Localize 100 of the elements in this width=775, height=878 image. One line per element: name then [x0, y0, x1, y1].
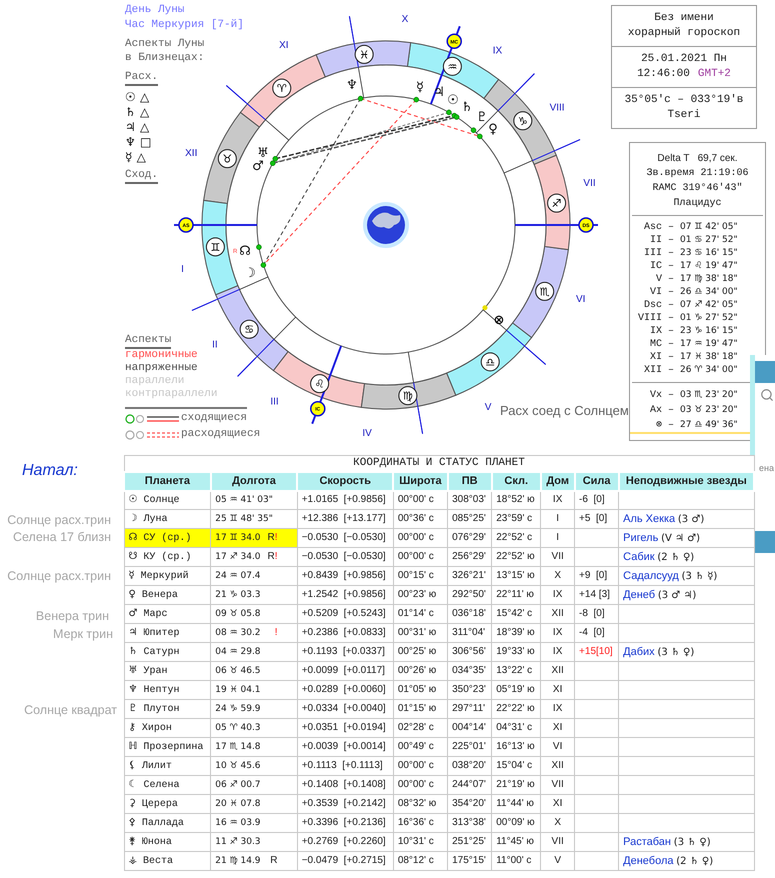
moon-aspects-title: Аспекты Луны — [125, 37, 204, 51]
table-cell: ♆ Нептун — [124, 680, 211, 700]
table-cell: 11°00' с — [492, 852, 541, 870]
planet-dot — [256, 244, 262, 250]
table-cell: IX — [540, 642, 575, 662]
note-text: Солнце квадрат — [24, 702, 117, 719]
globe-icon — [363, 202, 409, 248]
house-number: XII — [185, 148, 198, 159]
table-cell: +0.3539 [+0.2142] — [297, 794, 394, 814]
zodiac-sign-icon: ♈ — [272, 78, 292, 98]
table-cell: ℍ Прозерпина — [124, 738, 211, 756]
table-cell: XI — [540, 718, 575, 738]
table-cell: 00°00' с — [393, 756, 448, 776]
applying-heading: Сход. — [125, 169, 158, 184]
point-dash: – — [668, 389, 674, 402]
table-cell: −0.0530 [−0.0530] — [297, 528, 394, 548]
point-label: ⊗ — [654, 419, 662, 432]
planet-glyph: ♅ — [257, 146, 269, 161]
star-note: (3 ♄ ♀) — [657, 646, 694, 658]
cusp-dash: – — [668, 364, 674, 377]
table-cell: +0.0351 [+0.0194] — [297, 718, 394, 738]
table-cell: 22°52' с — [492, 528, 541, 548]
star-link[interactable]: Садалсууд — [623, 570, 679, 582]
house-number: X — [402, 14, 408, 25]
table-cell: 23°59' с — [492, 510, 541, 528]
search-icon[interactable] — [760, 388, 774, 402]
table-cell: ⚸ Лилит — [124, 756, 211, 776]
table-cell: +1.0165 [+0.9856] — [297, 490, 394, 510]
table-cell: 244°07' — [448, 776, 492, 794]
handwritten-heading: Натал: — [22, 461, 78, 481]
panel-header-bar — [755, 531, 775, 553]
cusp-dash: – — [668, 351, 674, 364]
planet-dot — [260, 262, 266, 268]
house-number: V — [484, 402, 492, 414]
table-cell: ⚳ Церера — [124, 794, 211, 814]
table-cell — [574, 680, 619, 700]
table-cell: XII — [540, 604, 575, 624]
table-cell: ⚴ Паллада — [124, 814, 211, 832]
column-header: Долгота — [210, 472, 298, 490]
table-cell: 10 ♉ 45.6 — [210, 756, 298, 776]
day-info-text: День Луны — [125, 3, 186, 18]
star-link[interactable]: Денеб — [623, 588, 656, 600]
table-cell: 11 ♐ 30.3 — [210, 832, 298, 852]
table-cell: XI — [540, 794, 575, 814]
table-cell: 297°11' — [448, 700, 492, 718]
table-cell: XII — [540, 756, 575, 776]
aspect-type-label: напряженные — [125, 362, 198, 375]
separating-heading: Расх. — [125, 71, 158, 86]
table-cell: X — [540, 566, 575, 586]
column-header: Широта — [393, 472, 448, 490]
table-cell: +0.2769 [+0.2260] — [297, 832, 394, 852]
star-link[interactable]: Дабих — [623, 646, 655, 658]
table-cell: +0.3396 [+0.2136] — [297, 814, 394, 832]
cusp-value: 01 ♋ 27' 52" — [680, 234, 738, 247]
house-number: VIII — [550, 102, 565, 114]
table-cell: ☿ Меркурий — [124, 566, 211, 586]
table-cell: 038°20' — [448, 756, 492, 776]
cusp-dash: – — [668, 221, 674, 234]
star-link[interactable]: Ригель — [623, 532, 658, 544]
table-cell: ☊ СУ (ср.) — [124, 528, 211, 548]
background-text: ена — [759, 462, 774, 475]
table-cell: 292°50' — [448, 586, 492, 604]
table-cell: −0.0479 [+0.2715] — [297, 852, 394, 870]
table-cell: XII — [540, 662, 575, 680]
panel-header-bar — [755, 361, 775, 383]
table-cell: +1.2542 [+0.9856] — [297, 586, 394, 604]
sidereal-time-text: Зв.время 21:19:06 — [646, 167, 749, 181]
column-header: Дом — [540, 472, 575, 490]
star-link[interactable]: Сабик — [623, 550, 655, 562]
planet-glyph: ♀ — [488, 122, 498, 137]
star-link[interactable]: Аль Хекка — [623, 512, 676, 524]
table-cell: 08 ♒ 30.2 ! — [210, 624, 298, 642]
star-note: (3 ♄ ☿) — [682, 570, 718, 582]
column-header: ПВ — [448, 472, 492, 490]
table-cell: +12.386 [+13.177] — [297, 510, 394, 528]
cusp-value: 17 ♌ 19' 47" — [680, 260, 738, 273]
table-cell: 13°22' с — [492, 662, 541, 680]
table-cell: +5 [0] — [574, 510, 619, 528]
star-link[interactable]: Растабан — [623, 836, 672, 848]
cusp-dash: – — [668, 273, 674, 286]
cusp-value: 01 ♑ 27' 52" — [680, 312, 738, 325]
table-cell: 313°38' — [448, 814, 492, 832]
star-link[interactable]: Денебола — [623, 854, 674, 866]
table-cell: 15°42' с — [492, 604, 541, 624]
house-number: IX — [492, 45, 502, 56]
cusp-value: 23 ♋ 16' 15" — [680, 247, 738, 260]
aspect-entry: ♄ △ — [125, 105, 150, 120]
cusp-dash: – — [668, 260, 674, 273]
table-cell: VI — [540, 738, 575, 756]
table-cell: 036°18' — [448, 604, 492, 624]
table-cell: +0.1193 [+0.0337] — [297, 642, 394, 662]
point-dash: – — [668, 404, 674, 417]
day-info-text: Час Меркурия [7-й] — [125, 18, 244, 33]
house-number: VI — [576, 294, 586, 306]
cusp-dash: – — [668, 312, 674, 325]
table-cell: ☉ Солнце — [124, 490, 211, 510]
point-dash: – — [668, 419, 674, 432]
aspect-entry: ☉ △ — [125, 90, 150, 105]
coordinates-text: 35°05'с – 033°19'в — [624, 93, 744, 108]
table-cell: 02°28' с — [393, 718, 448, 738]
